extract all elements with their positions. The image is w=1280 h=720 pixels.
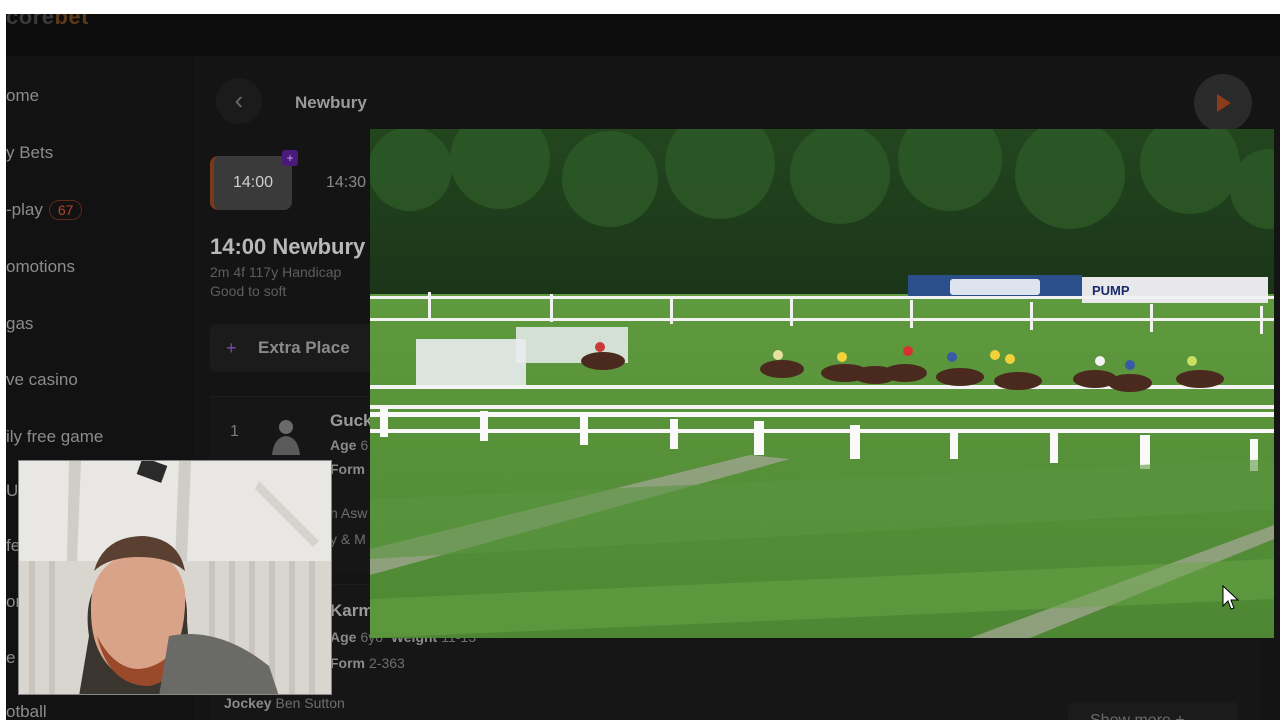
race-video-player[interactable]: PUMP	[370, 129, 1274, 638]
time-tab-label: 14:00	[232, 174, 274, 191]
webcam-overlay	[18, 460, 332, 695]
back-button[interactable]: ‹	[216, 78, 262, 124]
runner-age: Age 6	[330, 437, 369, 453]
runner-jockey: Jockey Ben Sutton	[224, 695, 345, 711]
meeting-title: Newbury	[295, 93, 367, 112]
sidebar-item-live-casino[interactable]: ve casino	[6, 370, 78, 390]
race-title: 14:00 Newbury	[210, 234, 366, 259]
show-more-button[interactable]: Show more +	[1068, 702, 1238, 720]
brand-logo[interactable]: corebet	[6, 14, 89, 30]
sidebar-item-label: gas	[6, 314, 34, 333]
sidebar-item-promotions[interactable]: omotions	[6, 257, 75, 277]
sidebar-item-label: U	[6, 481, 19, 500]
time-tab-1430[interactable]: 14:30	[316, 156, 376, 210]
sidebar-item-in-play[interactable]: -play 67	[6, 200, 83, 220]
time-tab-1400[interactable]: 14:00 +	[210, 150, 298, 210]
sidebar-item-label: -play	[6, 200, 43, 219]
runner-number: 1	[230, 423, 239, 440]
extra-place-label: Extra Place	[258, 338, 350, 357]
runner-trainer: n Asw	[330, 505, 368, 521]
sidebar-item-label: ome	[6, 86, 40, 105]
watch-stream-button[interactable]	[1194, 74, 1252, 132]
runner-form: Form 2-363	[330, 655, 405, 671]
sidebar-item-label: ve casino	[6, 370, 78, 389]
runner-form: Form	[330, 461, 365, 477]
runner-name: Karm	[330, 601, 374, 620]
sidebar-item-my-bets[interactable]: y Bets	[6, 143, 53, 163]
sidebar-item-daily-free-game[interactable]: ily free game	[6, 427, 103, 447]
live-count-badge: 67	[48, 200, 83, 220]
jockey-silk-icon	[272, 420, 300, 455]
boost-badge: +	[282, 150, 298, 166]
sidebar-item-label: otball	[6, 702, 47, 720]
sidebar-item-partial-1[interactable]: U	[6, 481, 18, 501]
webcam-feed	[19, 461, 331, 694]
sidebar-item-football[interactable]: otball	[6, 702, 47, 720]
mouse-cursor-icon	[1222, 585, 1240, 610]
runner-name: Guck	[330, 411, 373, 430]
sidebar-item-label: e	[6, 648, 16, 667]
sidebar-item-label: omotions	[6, 257, 75, 276]
play-icon	[1217, 94, 1231, 112]
sidebar-item-vegas[interactable]: gas	[6, 314, 33, 334]
top-bar: corebet	[6, 14, 1280, 56]
plus-icon: +	[1175, 712, 1184, 720]
hoarding-text: PUMP	[1092, 283, 1130, 298]
race-video-frame: PUMP	[370, 129, 1274, 638]
sidebar-item-partial-4[interactable]: e	[6, 648, 15, 668]
sidebar-item-label: y Bets	[6, 143, 54, 162]
time-tab-label: 14:30	[325, 174, 367, 191]
race-details: 2m 4f 117y Handicap	[210, 264, 342, 280]
chevron-left-icon: ‹	[234, 85, 244, 115]
sidebar-item-home[interactable]: ome	[6, 86, 39, 106]
runner-jockey: y & M	[330, 531, 366, 547]
plus-icon: +	[226, 338, 237, 358]
show-more-label: Show more	[1090, 712, 1171, 720]
race-going: Good to soft	[210, 283, 287, 299]
sidebar-item-label: ily free game	[6, 427, 104, 446]
